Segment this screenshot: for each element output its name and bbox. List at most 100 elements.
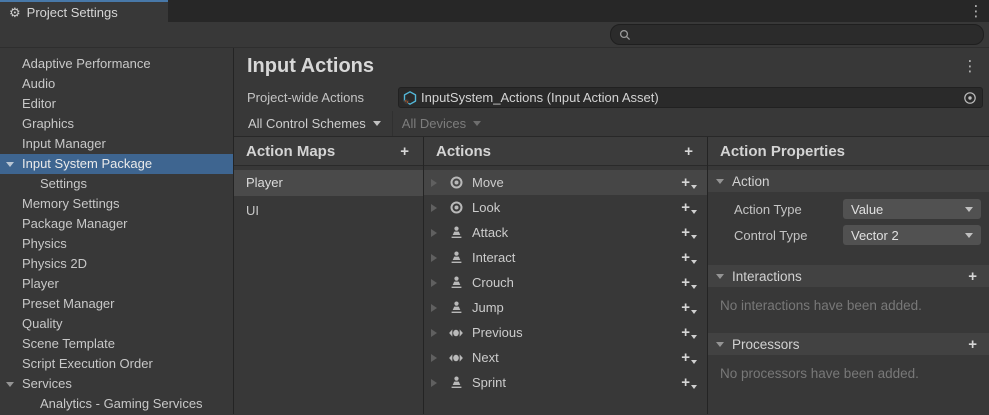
- add-interaction-button[interactable]: +: [968, 269, 977, 284]
- control-type-dropdown[interactable]: Vector 2: [843, 225, 981, 245]
- sidebar-item-input-system-package[interactable]: Input System Package: [0, 154, 233, 174]
- action-map-row-player[interactable]: Player: [234, 170, 423, 196]
- chevron-down-icon: [691, 185, 697, 189]
- sidebar-item-package-manager[interactable]: Package Manager: [0, 214, 233, 234]
- control-schemes-dropdown[interactable]: All Control Schemes: [239, 111, 393, 136]
- stick-icon: [448, 200, 464, 216]
- action-map-row-ui[interactable]: UI: [234, 198, 423, 224]
- add-action-button[interactable]: +: [684, 144, 693, 159]
- object-picker-button[interactable]: [958, 88, 982, 107]
- project-wide-actions-label: Project-wide Actions: [247, 90, 398, 105]
- add-binding-button[interactable]: +: [681, 375, 697, 390]
- processors-section-header[interactable]: Processors +: [708, 333, 989, 355]
- sidebar-item-scene-template[interactable]: Scene Template: [0, 334, 233, 354]
- foldout-closed-icon[interactable]: [431, 354, 437, 362]
- sidebar-item-physics-2d[interactable]: Physics 2D: [0, 254, 233, 274]
- window-tab-bar: ⚙ Project Settings ⋮: [0, 0, 989, 22]
- action-row-sprint[interactable]: Sprint +: [424, 370, 707, 395]
- sidebar-item-script-execution-order[interactable]: Script Execution Order: [0, 354, 233, 374]
- add-binding-button[interactable]: +: [681, 325, 697, 340]
- foldout-closed-icon[interactable]: [431, 204, 437, 212]
- actions-header: Actions +: [424, 137, 707, 166]
- tab-project-settings[interactable]: ⚙ Project Settings: [0, 0, 168, 22]
- search-box[interactable]: [610, 24, 984, 45]
- button-icon: [448, 250, 464, 266]
- chevron-down-icon: [965, 233, 973, 238]
- sidebar-item-quality[interactable]: Quality: [0, 314, 233, 334]
- foldout-closed-icon[interactable]: [431, 179, 437, 187]
- toolbar-strip: [0, 22, 989, 48]
- foldout-closed-icon[interactable]: [431, 254, 437, 262]
- action-properties-column: Action Properties Action Action Type Val…: [708, 137, 989, 414]
- button-icon: [448, 275, 464, 291]
- sidebar-item-adaptive-performance[interactable]: Adaptive Performance: [0, 54, 233, 74]
- axis-icon: [448, 350, 464, 366]
- foldout-closed-icon[interactable]: [431, 329, 437, 337]
- interactions-section-header[interactable]: Interactions +: [708, 265, 989, 287]
- action-maps-column: Action Maps + Player UI: [234, 137, 424, 414]
- input-action-asset-name: InputSystem_Actions (Input Action Asset): [418, 90, 958, 105]
- action-type-row: Action Type Value: [708, 196, 989, 222]
- actions-column: Actions + Move +: [424, 137, 708, 414]
- foldout-closed-icon[interactable]: [431, 279, 437, 287]
- sidebar-item-analytics-gaming-services[interactable]: Analytics - Gaming Services: [0, 394, 233, 414]
- chevron-down-icon: [691, 235, 697, 239]
- action-type-dropdown[interactable]: Value: [843, 199, 981, 219]
- button-icon: [448, 225, 464, 241]
- foldout-closed-icon[interactable]: [431, 229, 437, 237]
- add-binding-button[interactable]: +: [681, 250, 697, 265]
- sidebar-item-input-manager[interactable]: Input Manager: [0, 134, 233, 154]
- sidebar-item-preset-manager[interactable]: Preset Manager: [0, 294, 233, 314]
- action-row-move[interactable]: Move +: [424, 170, 707, 195]
- action-row-attack[interactable]: Attack +: [424, 220, 707, 245]
- add-binding-button[interactable]: +: [681, 225, 697, 240]
- project-wide-actions-row: Project-wide Actions InputSystem_Actions…: [234, 84, 989, 111]
- action-row-crouch[interactable]: Crouch +: [424, 270, 707, 295]
- action-row-next[interactable]: Next +: [424, 345, 707, 370]
- chevron-down-icon: [691, 335, 697, 339]
- add-binding-button[interactable]: +: [681, 275, 697, 290]
- action-row-interact[interactable]: Interact +: [424, 245, 707, 270]
- control-type-row: Control Type Vector 2: [708, 222, 989, 248]
- stick-icon: [448, 175, 464, 191]
- add-binding-button[interactable]: +: [681, 175, 697, 190]
- sidebar-item-editor[interactable]: Editor: [0, 94, 233, 114]
- search-input[interactable]: [636, 28, 975, 42]
- foldout-closed-icon[interactable]: [431, 304, 437, 312]
- foldout-open-icon[interactable]: [6, 382, 14, 387]
- interactions-empty-message: No interactions have been added.: [708, 287, 989, 313]
- kebab-icon: ⋮: [969, 2, 984, 20]
- panel-menu-button[interactable]: ⋮: [957, 57, 983, 75]
- add-binding-button[interactable]: +: [681, 300, 697, 315]
- input-action-asset-field[interactable]: InputSystem_Actions (Input Action Asset): [398, 87, 983, 108]
- sidebar-item-settings[interactable]: Settings: [0, 174, 233, 194]
- chevron-down-icon: [473, 121, 481, 126]
- action-row-previous[interactable]: Previous +: [424, 320, 707, 345]
- sidebar-item-audio[interactable]: Audio: [0, 74, 233, 94]
- action-row-look[interactable]: Look +: [424, 195, 707, 220]
- axis-icon: [448, 325, 464, 341]
- add-binding-button[interactable]: +: [681, 200, 697, 215]
- chevron-down-icon: [373, 121, 381, 126]
- main-header-row: Input Actions ⋮: [234, 48, 989, 84]
- add-action-map-button[interactable]: +: [400, 144, 409, 159]
- sidebar-item-memory-settings[interactable]: Memory Settings: [0, 194, 233, 214]
- window-menu-button[interactable]: ⋮: [963, 0, 989, 22]
- action-maps-header: Action Maps +: [234, 137, 423, 166]
- foldout-open-icon: [716, 274, 724, 279]
- sidebar-item-physics[interactable]: Physics: [0, 234, 233, 254]
- foldout-closed-icon[interactable]: [431, 379, 437, 387]
- sidebar-item-graphics[interactable]: Graphics: [0, 114, 233, 134]
- chevron-down-icon: [691, 210, 697, 214]
- foldout-open-icon[interactable]: [6, 162, 14, 167]
- chevron-down-icon: [691, 285, 697, 289]
- action-section-header[interactable]: Action: [708, 170, 989, 192]
- add-processor-button[interactable]: +: [968, 337, 977, 352]
- sidebar-item-services[interactable]: Services: [0, 374, 233, 394]
- action-properties-header: Action Properties: [708, 137, 989, 166]
- add-binding-button[interactable]: +: [681, 350, 697, 365]
- control-schemes-toolbar: All Control Schemes All Devices: [234, 111, 989, 136]
- action-row-jump[interactable]: Jump +: [424, 295, 707, 320]
- chevron-down-icon: [691, 360, 697, 364]
- sidebar-item-player[interactable]: Player: [0, 274, 233, 294]
